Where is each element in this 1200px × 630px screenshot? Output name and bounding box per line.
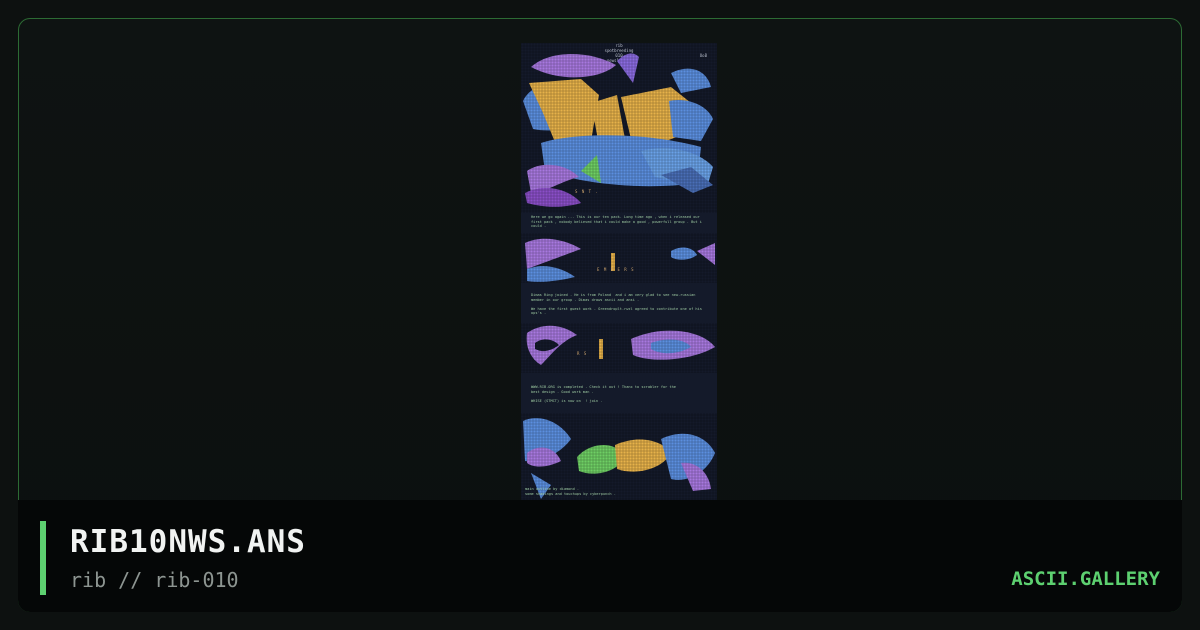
artwork-section-heading: R S [577, 351, 588, 356]
artwork-credits: main outline by diamond . some shadings … [525, 487, 616, 496]
members-art [521, 233, 717, 283]
artwork-paragraph: Dimas Ring joined . He is from Poland an… [531, 293, 702, 316]
artwork-section-heading: E M B E R S [597, 267, 635, 272]
artwork-title: RIB10NWS.ANS [70, 524, 306, 560]
artwork-section-heading: S N T . [575, 189, 599, 194]
news-art [521, 323, 717, 373]
caption-panel: RIB10NWS.ANS rib // rib-010 ASCII.GALLER… [18, 500, 1182, 612]
artwork-paragraph: Here we go again ... This is our ten pac… [531, 215, 705, 229]
ansi-artwork[interactable]: rib spotbreeding 010 newsletter Oo8 [521, 43, 717, 519]
accent-bar [40, 521, 46, 595]
brand-link[interactable]: ASCII.GALLERY [1011, 568, 1160, 590]
artwork-paragraph: WWW.RIB.ORG is completed . Check it out … [531, 385, 676, 403]
artwork-graphics [521, 43, 717, 503]
rib-logo-art [521, 43, 717, 213]
artwork-subtitle: rib // rib-010 [70, 568, 239, 592]
